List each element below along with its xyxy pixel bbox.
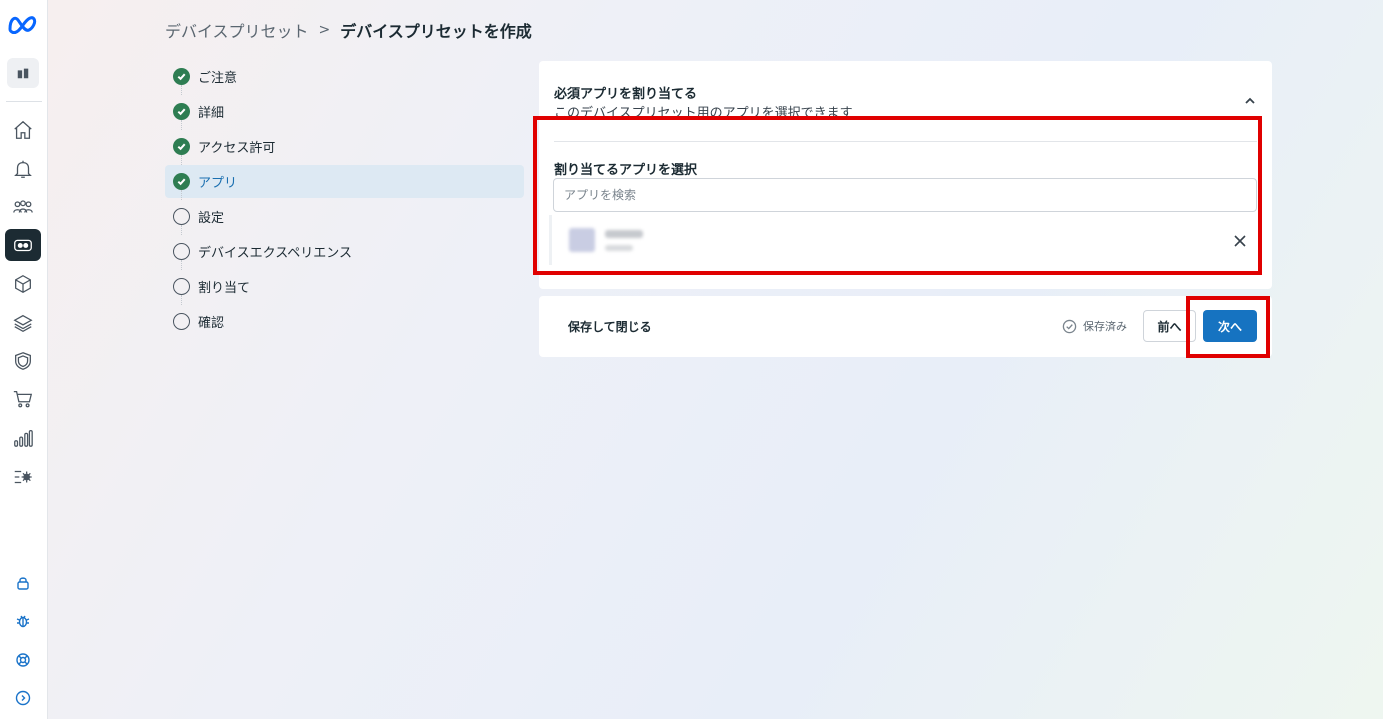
empty-circle-icon [173, 313, 190, 330]
bell-icon[interactable] [5, 153, 41, 185]
breadcrumb-parent-link[interactable]: デバイスプリセット [165, 18, 309, 42]
empty-circle-icon [173, 278, 190, 295]
check-circle-outline-icon [1062, 319, 1077, 333]
step-notice[interactable]: ご注意 [165, 60, 524, 95]
lock-icon[interactable] [5, 567, 41, 599]
page-title: デバイスプリセットを作成 [340, 22, 532, 41]
empty-circle-icon [173, 208, 190, 225]
sidebar [0, 0, 48, 719]
settings-list-icon[interactable] [5, 461, 41, 493]
users-icon[interactable] [5, 191, 41, 223]
step-details[interactable]: 詳細 [165, 95, 524, 130]
step-label: ご注意 [198, 71, 238, 86]
check-circle-icon [173, 173, 190, 190]
expand-icon[interactable] [5, 682, 41, 714]
breadcrumb: デバイスプリセット > デバイスプリセットを作成 [165, 19, 532, 41]
step-connector [181, 190, 182, 200]
check-circle-icon [173, 138, 190, 155]
layers-icon[interactable] [5, 307, 41, 339]
bug-icon[interactable] [5, 605, 41, 637]
step-label: 設定 [198, 211, 225, 226]
bar-chart-icon[interactable] [5, 422, 41, 454]
saved-status-label: 保存済み [1083, 320, 1127, 333]
cube-icon[interactable] [5, 268, 41, 300]
shield-icon[interactable] [5, 345, 41, 377]
wizard-footer: 保存して閉じる 保存済み 前へ 次へ [539, 296, 1272, 357]
lifebuoy-icon[interactable] [5, 644, 41, 676]
step-label: デバイスエクスペリエンス [198, 246, 353, 261]
check-circle-icon [173, 68, 190, 85]
highlight-app-selection [533, 116, 1262, 275]
step-connector [181, 225, 182, 235]
home-icon[interactable] [5, 114, 41, 146]
step-label: アクセス許可 [198, 141, 276, 156]
check-circle-icon [173, 103, 190, 120]
wizard-steps: ご注意 詳細 アクセス許可 アプリ 設定 デバイスエクスペリエンス 割り当て 確… [165, 60, 524, 340]
step-label: 確認 [198, 316, 225, 331]
step-confirm[interactable]: 確認 [165, 305, 524, 338]
step-label: 割り当て [198, 281, 251, 296]
step-device-experience[interactable]: デバイスエクスペリエンス [165, 235, 524, 270]
empty-circle-icon [173, 243, 190, 260]
step-connector [181, 85, 182, 95]
step-label: アプリ [198, 176, 238, 191]
building-icon[interactable] [7, 58, 39, 88]
sidebar-divider [6, 101, 42, 102]
saved-status: 保存済み [1062, 318, 1127, 334]
chevron-up-icon[interactable] [1244, 92, 1256, 104]
save-and-close-button[interactable]: 保存して閉じる [568, 318, 652, 335]
step-assignment[interactable]: 割り当て [165, 270, 524, 305]
headset-icon[interactable] [5, 229, 41, 261]
step-connector [181, 155, 182, 165]
card-title: 必須アプリを割り当てる [554, 87, 698, 102]
meta-logo-icon[interactable] [5, 8, 41, 40]
step-permissions[interactable]: アクセス許可 [165, 130, 524, 165]
step-connector [181, 260, 182, 270]
step-connector [181, 120, 182, 130]
step-apps[interactable]: アプリ [165, 165, 524, 200]
step-label: 詳細 [198, 106, 225, 121]
step-settings[interactable]: 設定 [165, 200, 524, 235]
step-connector [181, 295, 182, 305]
highlight-next-button [1186, 296, 1270, 358]
breadcrumb-separator: > [318, 22, 331, 38]
cart-icon[interactable] [5, 383, 41, 415]
